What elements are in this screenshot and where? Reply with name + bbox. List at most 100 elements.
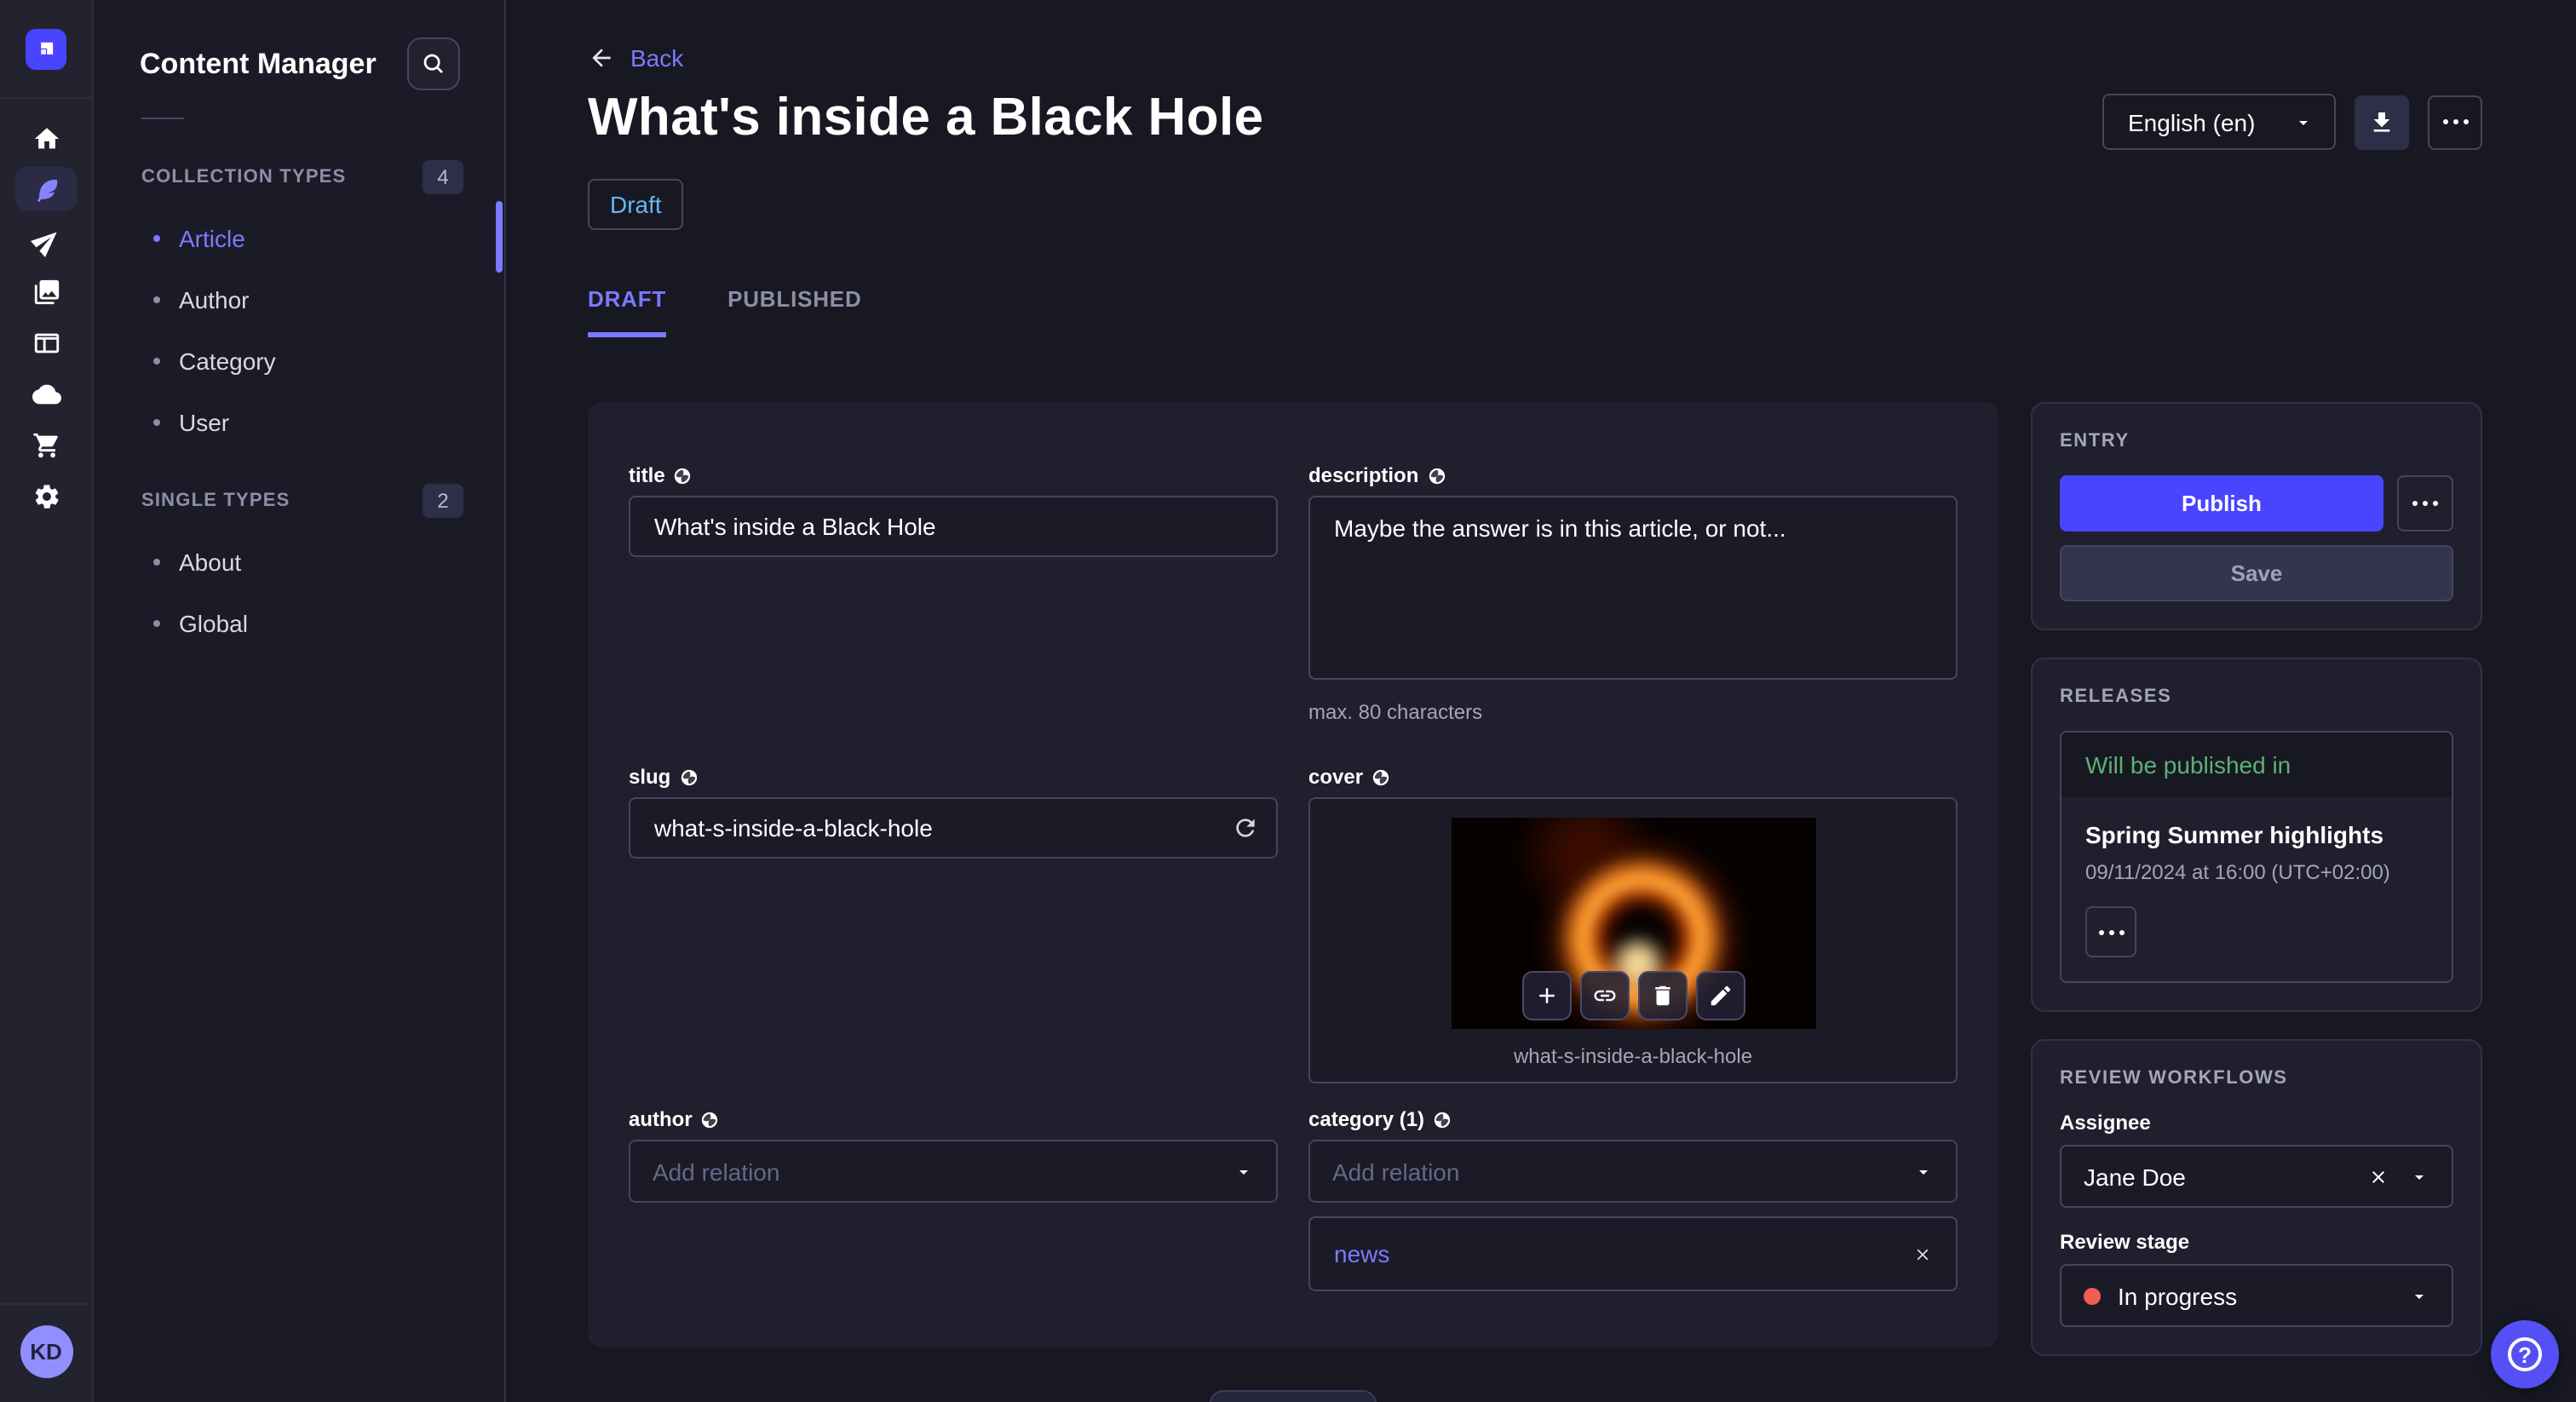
sidebar-item-global[interactable]: Global — [94, 593, 504, 654]
user-avatar[interactable]: KD — [20, 1325, 72, 1378]
plus-icon — [1538, 988, 1554, 1003]
releases-panel: RELEASES Will be published in Spring Sum… — [2031, 658, 2482, 1012]
review-heading: REVIEW WORKFLOWS — [2060, 1068, 2288, 1089]
category-relation-select[interactable]: Add relation — [1308, 1140, 1958, 1203]
collapsed-element-peek[interactable] — [1210, 1390, 1377, 1402]
locale-select[interactable]: English (en) — [2102, 94, 2336, 150]
save-button[interactable]: Save — [2060, 545, 2453, 601]
version-tabs: DRAFT PUBLISHED — [588, 286, 2576, 337]
paper-plane-icon[interactable] — [15, 218, 77, 262]
bullet-icon — [153, 620, 160, 627]
more-icon — [2442, 119, 2468, 124]
download-button[interactable] — [2355, 95, 2409, 149]
cover-media-card: what-s-inside-a-black-hole — [1308, 797, 1958, 1083]
description-hint: max. 80 characters — [1308, 700, 1483, 724]
layout-icon[interactable] — [15, 320, 77, 365]
question-mark-icon: ? — [2508, 1337, 2542, 1371]
single-types-list: About Global — [94, 531, 504, 654]
images-icon[interactable] — [15, 269, 77, 313]
globe-icon — [681, 768, 697, 785]
more-options-button[interactable] — [2428, 95, 2482, 149]
author-relation-select[interactable]: Add relation — [629, 1140, 1278, 1203]
add-media-button[interactable] — [1521, 971, 1571, 1020]
trash-icon — [1654, 985, 1670, 1006]
title-field: title — [629, 463, 1278, 557]
assignee-select[interactable]: Jane Doe — [2060, 1145, 2453, 1208]
back-arrow-icon — [588, 44, 615, 72]
tab-draft[interactable]: DRAFT — [588, 286, 667, 337]
pencil-icon — [1710, 985, 1730, 1006]
page-title: What's inside a Black Hole — [588, 87, 1264, 147]
feather-icon[interactable] — [15, 167, 77, 211]
description-field: description Maybe the answer is in this … — [1308, 463, 1958, 724]
review-stage-select[interactable]: In progress — [2060, 1264, 2453, 1327]
gear-icon[interactable] — [15, 474, 77, 518]
globe-icon — [1372, 768, 1389, 785]
bullet-icon — [153, 235, 160, 242]
collection-types-count: 4 — [423, 160, 463, 194]
review-stage-label: Review stage — [2060, 1230, 2190, 1254]
chevron-down-icon — [2415, 1175, 2424, 1179]
sidebar-item-author[interactable]: Author — [94, 269, 504, 330]
edit-media-button[interactable] — [1695, 971, 1745, 1020]
sidebar-item-user[interactable]: User — [94, 392, 504, 453]
sidebar-item-article[interactable]: Article — [94, 208, 504, 269]
author-placeholder: Add relation — [653, 1158, 780, 1185]
release-name: Spring Summer highlights — [2085, 821, 2384, 848]
download-icon — [2368, 108, 2395, 135]
regenerate-slug-button[interactable] — [1232, 814, 1259, 842]
title-field-label: title — [629, 463, 665, 487]
globe-icon — [1434, 1111, 1451, 1128]
strapi-logo-icon[interactable] — [26, 29, 66, 70]
strapi-admin-app: KD Content Manager COLLECTION TYPES 4 Ar… — [0, 0, 2576, 1402]
cloud-icon[interactable] — [15, 371, 77, 416]
slug-field: slug — [629, 765, 1278, 859]
bullet-icon — [153, 419, 160, 426]
publish-button[interactable]: Publish — [2060, 475, 2383, 531]
release-more-button[interactable] — [2085, 906, 2136, 957]
side-panels: ENTRY Publish Save RELEASES Will be publ… — [2031, 402, 2482, 1356]
entry-heading: ENTRY — [2060, 431, 2130, 451]
relation-news-link[interactable]: news — [1334, 1240, 1389, 1267]
nav-divider — [0, 97, 92, 99]
refresh-icon — [1236, 819, 1255, 837]
cover-image[interactable] — [1451, 818, 1815, 1029]
bullet-icon — [153, 358, 160, 365]
help-button[interactable]: ? — [2491, 1320, 2559, 1388]
review-workflows-panel: REVIEW WORKFLOWS Assignee Jane Doe Revie… — [2031, 1039, 2482, 1356]
cart-icon[interactable] — [15, 422, 77, 467]
category-relation-item: news — [1308, 1216, 1958, 1291]
chevron-down-icon — [1919, 1169, 1928, 1174]
main-nav: KD — [0, 0, 94, 1402]
category-field-label: category (1) — [1308, 1107, 1425, 1131]
entry-more-button[interactable] — [2397, 475, 2453, 531]
search-button[interactable] — [407, 37, 460, 90]
slug-input[interactable] — [629, 797, 1278, 859]
remove-relation-icon[interactable] — [1913, 1244, 1932, 1263]
sidebar-item-about[interactable]: About — [94, 531, 504, 593]
sidebar-item-label: Global — [179, 610, 248, 637]
globe-icon — [1429, 467, 1445, 484]
more-icon — [2412, 501, 2438, 506]
delete-media-button[interactable] — [1637, 971, 1687, 1020]
bullet-icon — [153, 296, 160, 303]
title-input[interactable] — [629, 496, 1278, 557]
back-button[interactable]: Back — [588, 44, 683, 72]
category-field: category (1) Add relation news — [1308, 1107, 1958, 1291]
copy-link-button[interactable] — [1579, 971, 1629, 1020]
entry-panel: ENTRY Publish Save — [2031, 402, 2482, 630]
subnav-scrollbar[interactable] — [496, 201, 503, 273]
sidebar-item-category[interactable]: Category — [94, 330, 504, 392]
home-icon[interactable] — [15, 116, 77, 160]
clear-assignee-icon[interactable] — [2368, 1166, 2389, 1187]
sidebar-item-label: Category — [179, 348, 276, 375]
search-icon — [421, 51, 446, 77]
collection-types-label: COLLECTION TYPES — [141, 167, 347, 187]
main-content: Back What's inside a Black Hole English … — [506, 0, 2576, 1402]
bullet-icon — [153, 559, 160, 566]
author-field: author Add relation — [629, 1107, 1278, 1203]
tab-published[interactable]: PUBLISHED — [727, 286, 861, 337]
release-status: Will be published in — [2061, 733, 2452, 797]
more-icon — [2098, 929, 2124, 934]
description-input[interactable]: Maybe the answer is in this article, or … — [1308, 496, 1958, 680]
